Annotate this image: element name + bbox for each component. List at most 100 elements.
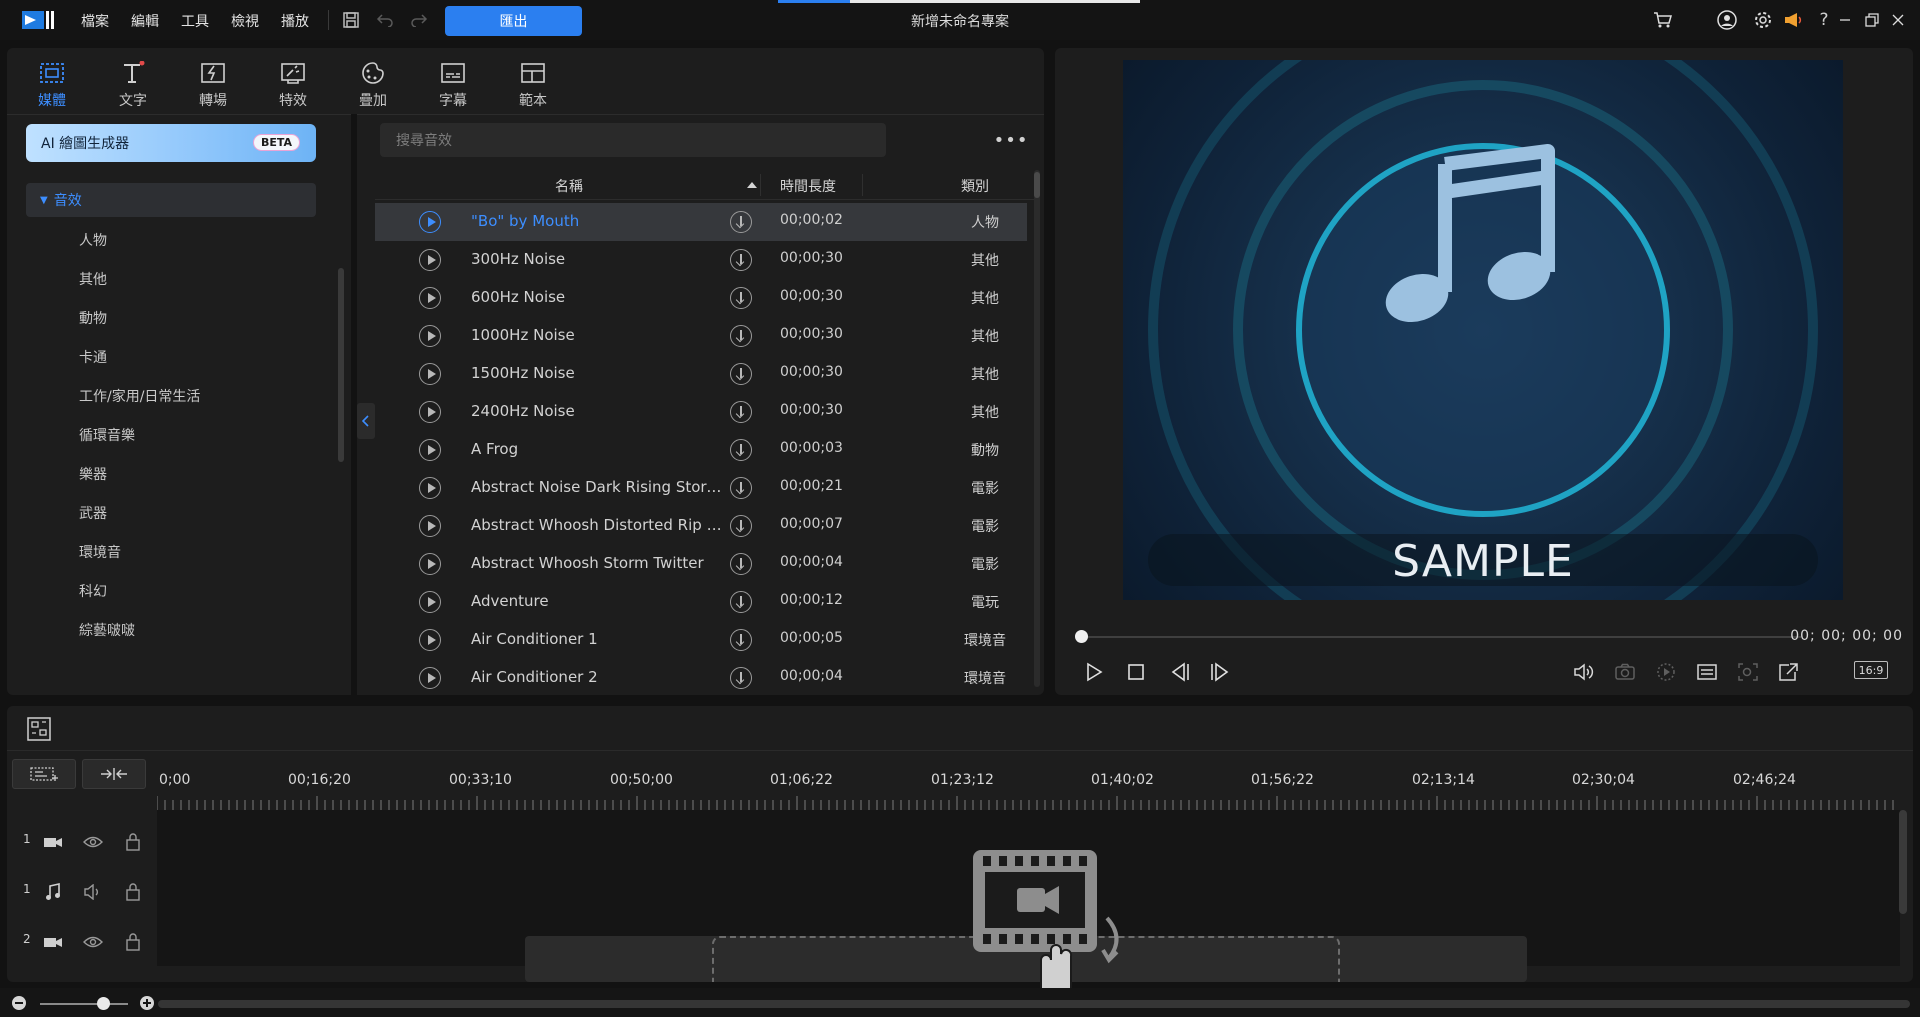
- play-preview-icon[interactable]: [419, 249, 441, 271]
- menu-edit[interactable]: 編輯: [131, 11, 159, 31]
- category-item[interactable]: 卡通: [79, 347, 107, 367]
- menu-playback[interactable]: 播放: [281, 11, 309, 31]
- lock-icon[interactable]: [121, 930, 145, 954]
- timeline-horizontal-scrollbar[interactable]: [158, 1000, 1910, 1008]
- zoom-slider-handle[interactable]: [97, 997, 110, 1010]
- download-icon[interactable]: [730, 629, 752, 651]
- download-icon[interactable]: [730, 667, 752, 689]
- snapshot-button[interactable]: [1611, 658, 1639, 686]
- download-icon[interactable]: [730, 249, 752, 271]
- render-preview-button[interactable]: [1652, 658, 1680, 686]
- play-preview-icon[interactable]: [419, 591, 441, 613]
- timeline-view-toggle-icon[interactable]: [26, 716, 52, 742]
- play-preview-icon[interactable]: [419, 211, 441, 233]
- column-header-name[interactable]: 名稱: [555, 176, 583, 196]
- announcement-icon[interactable]: [1781, 8, 1805, 32]
- category-item[interactable]: 動物: [79, 308, 107, 328]
- tab-effects[interactable]: 特效: [263, 58, 323, 114]
- speaker-icon[interactable]: [81, 880, 105, 904]
- play-preview-icon[interactable]: [419, 553, 441, 575]
- app-logo-icon[interactable]: [22, 9, 56, 31]
- sound-row[interactable]: 1000Hz Noise 00;00;30 其他: [375, 317, 1027, 355]
- lock-icon[interactable]: [121, 880, 145, 904]
- restore-icon[interactable]: [1860, 8, 1884, 32]
- ai-image-generator-button[interactable]: AI 繪圖生成器 BETA: [26, 124, 316, 162]
- preview-canvas[interactable]: SAMPLE: [1123, 60, 1843, 600]
- timeline-vertical-scrollbar[interactable]: [1899, 810, 1907, 914]
- sound-row[interactable]: A Frog 00;00;03 動物: [375, 431, 1027, 469]
- play-preview-icon[interactable]: [419, 667, 441, 689]
- sound-row[interactable]: Air Conditioner 1 00;00;05 環境音: [375, 621, 1027, 659]
- next-frame-button[interactable]: [1206, 658, 1234, 686]
- sound-row[interactable]: 300Hz Noise 00;00;30 其他: [375, 241, 1027, 279]
- download-icon[interactable]: [730, 325, 752, 347]
- category-item[interactable]: 人物: [79, 230, 107, 250]
- sound-row[interactable]: Abstract Noise Dark Rising Storm S... 00;…: [375, 469, 1027, 507]
- column-header-category[interactable]: 類別: [961, 176, 989, 196]
- sound-row[interactable]: "Bo" by Mouth 00;00;02 人物: [375, 203, 1027, 241]
- menu-tools[interactable]: 工具: [181, 11, 209, 31]
- sound-row[interactable]: Abstract Whoosh Storm Twitter 00;00;04 電影: [375, 545, 1027, 583]
- sound-row[interactable]: 1500Hz Noise 00;00;30 其他: [375, 355, 1027, 393]
- category-item[interactable]: 綜藝啵啵: [79, 620, 135, 640]
- tab-overlay[interactable]: 疊加: [343, 58, 403, 114]
- download-icon[interactable]: [730, 211, 752, 233]
- tab-text[interactable]: 文字: [103, 58, 163, 114]
- fit-timeline-button[interactable]: [82, 759, 146, 789]
- tab-media[interactable]: 媒體: [22, 58, 82, 114]
- collapse-sidebar-button[interactable]: [357, 403, 375, 439]
- more-options-icon[interactable]: •••: [994, 128, 1028, 152]
- sound-row[interactable]: Air Conditioner 2 00;00;04 環境音: [375, 659, 1027, 697]
- play-preview-icon[interactable]: [419, 401, 441, 423]
- volume-button[interactable]: [1570, 658, 1598, 686]
- category-item[interactable]: 其他: [79, 269, 107, 289]
- minimize-icon[interactable]: [1833, 8, 1857, 32]
- subtitle-panel-button[interactable]: [1693, 658, 1721, 686]
- download-icon[interactable]: [730, 401, 752, 423]
- search-input[interactable]: 搜尋音效: [380, 123, 886, 157]
- category-item[interactable]: 武器: [79, 503, 107, 523]
- sound-row[interactable]: 600Hz Noise 00;00;30 其他: [375, 279, 1027, 317]
- tab-subtitle[interactable]: 字幕: [423, 58, 483, 114]
- list-scrollbar-thumb[interactable]: [1034, 172, 1040, 198]
- download-icon[interactable]: [730, 477, 752, 499]
- seek-bar[interactable]: [1081, 636, 1801, 638]
- play-preview-icon[interactable]: [419, 325, 441, 347]
- account-icon[interactable]: [1715, 8, 1739, 32]
- tab-template[interactable]: 範本: [503, 58, 563, 114]
- category-sound-effects[interactable]: ▼ 音效: [26, 183, 316, 217]
- column-header-duration[interactable]: 時間長度: [780, 176, 836, 196]
- play-preview-icon[interactable]: [419, 287, 441, 309]
- detach-preview-button[interactable]: [1774, 658, 1802, 686]
- play-button[interactable]: [1080, 658, 1108, 686]
- menu-file[interactable]: 檔案: [81, 11, 109, 31]
- play-preview-icon[interactable]: [419, 629, 441, 651]
- zoom-slider[interactable]: [40, 1003, 128, 1005]
- play-preview-icon[interactable]: [419, 363, 441, 385]
- previous-frame-button[interactable]: [1166, 658, 1194, 686]
- download-icon[interactable]: [730, 439, 752, 461]
- download-icon[interactable]: [730, 515, 752, 537]
- play-preview-icon[interactable]: [419, 439, 441, 461]
- category-item[interactable]: 環境音: [79, 542, 121, 562]
- cart-icon[interactable]: [1651, 8, 1675, 32]
- zoom-in-icon[interactable]: [140, 996, 154, 1010]
- download-icon[interactable]: [730, 363, 752, 385]
- export-button[interactable]: 匯出: [445, 6, 582, 36]
- list-scrollbar[interactable]: [1034, 170, 1040, 687]
- stop-button[interactable]: [1122, 658, 1150, 686]
- settings-gear-icon[interactable]: [1751, 8, 1775, 32]
- sidebar-scrollbar[interactable]: [338, 268, 344, 462]
- undo-icon[interactable]: [373, 8, 397, 32]
- download-icon[interactable]: [730, 591, 752, 613]
- download-icon[interactable]: [730, 287, 752, 309]
- play-preview-icon[interactable]: [419, 515, 441, 537]
- add-track-button[interactable]: [12, 759, 76, 789]
- eye-icon[interactable]: [81, 930, 105, 954]
- seek-bar-handle[interactable]: [1075, 630, 1088, 643]
- zoom-out-icon[interactable]: [12, 996, 26, 1010]
- play-preview-icon[interactable]: [419, 477, 441, 499]
- category-item[interactable]: 科幻: [79, 581, 107, 601]
- sound-row[interactable]: 2400Hz Noise 00;00;30 其他: [375, 393, 1027, 431]
- sort-ascending-icon[interactable]: [747, 182, 757, 188]
